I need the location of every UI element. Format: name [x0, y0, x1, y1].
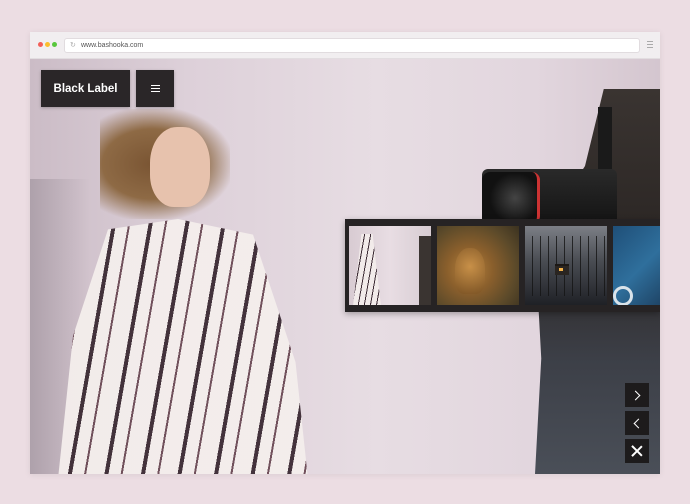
- thumbnail-forest-cabin[interactable]: [525, 226, 607, 305]
- model-striped-shirt: [58, 219, 308, 474]
- next-button[interactable]: [625, 383, 649, 407]
- chevron-right-icon: [630, 390, 641, 400]
- chevron-left-icon: [633, 418, 644, 428]
- address-bar[interactable]: ↻ www.bashooka.com: [64, 38, 640, 53]
- model-face: [150, 127, 210, 207]
- reload-icon[interactable]: ↻: [70, 39, 76, 52]
- thumbnail-monkey[interactable]: [437, 226, 519, 305]
- browser-window: ↻ www.bashooka.com Black Label: [30, 32, 660, 474]
- window-maximize-dot[interactable]: [52, 42, 57, 47]
- browser-toolbar: ↻ www.bashooka.com: [30, 32, 660, 59]
- thumbnail-fashion[interactable]: [349, 226, 431, 305]
- browser-menu-icon[interactable]: [647, 41, 653, 50]
- brand-button[interactable]: Black Label: [41, 70, 130, 107]
- prev-button[interactable]: [625, 411, 649, 435]
- thumbnail-strip: [345, 219, 660, 312]
- window-close-dot[interactable]: [38, 42, 43, 47]
- camera-flash: [598, 107, 612, 169]
- close-icon: [631, 445, 643, 457]
- address-url[interactable]: www.bashooka.com: [81, 39, 143, 52]
- hero-photo: Black Label: [30, 59, 660, 474]
- close-button[interactable]: [625, 439, 649, 463]
- menu-button[interactable]: [136, 70, 174, 107]
- hamburger-icon: [150, 83, 160, 94]
- thumbnail-blue[interactable]: [613, 226, 660, 305]
- window-minimize-dot[interactable]: [45, 42, 50, 47]
- camera-lens: [482, 172, 540, 224]
